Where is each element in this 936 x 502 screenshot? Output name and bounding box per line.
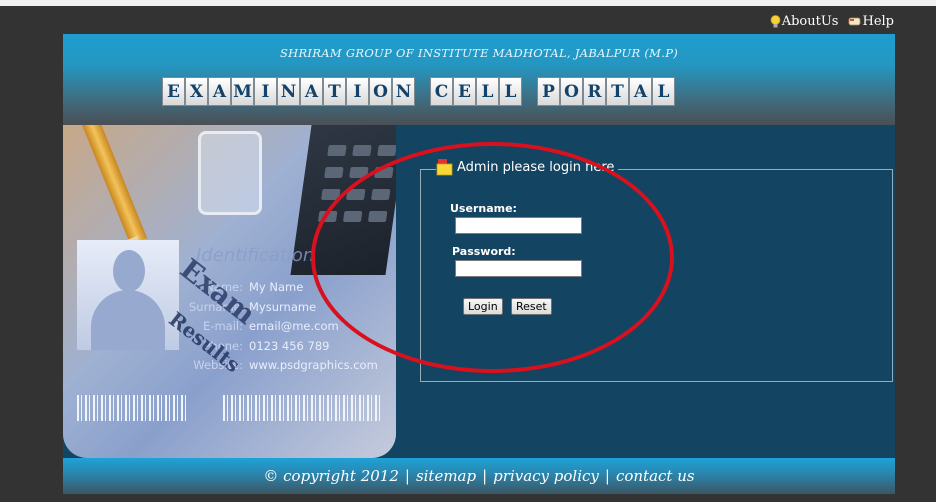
portal-title-letter: O <box>560 77 583 106</box>
help-icon <box>848 16 861 27</box>
portal-title-letter: N <box>277 77 300 106</box>
card-heading: Identification <box>196 245 315 266</box>
portal-title-space <box>415 77 430 106</box>
portal-title-space <box>522 77 537 106</box>
portal-title-letter: R <box>583 77 606 106</box>
portal-title-letter: I <box>254 77 277 106</box>
about-us-label: AboutUs <box>781 14 839 29</box>
badge-clip-graphic <box>198 131 262 215</box>
portal-title-letter: L <box>652 77 675 106</box>
footer-separator: | <box>604 467 610 485</box>
portal-title-letter: M <box>231 77 254 106</box>
portal-title-letter: C <box>430 77 453 106</box>
about-us-link[interactable]: AboutUs <box>770 14 839 29</box>
card-field-row: E-mail: email@me.com <box>203 319 339 333</box>
help-link[interactable]: Help <box>848 14 894 29</box>
portal-title-letter: P <box>537 77 560 106</box>
portal-title-letter: I <box>346 77 369 106</box>
portal-title: EXAMINATIONCELLPORTAL <box>162 77 675 106</box>
portal-title-letter: E <box>162 77 185 106</box>
portal-title-letter: T <box>323 77 346 106</box>
footer-copyright: © copyright 2012 <box>263 467 399 485</box>
portal-title-letter: N <box>392 77 415 106</box>
portal-title-letter: L <box>476 77 499 106</box>
contact-us-link[interactable]: contact us <box>616 467 695 485</box>
portal-frame: SHRIRAM GROUP OF INSTITUTE MADHOTAL, JAB… <box>63 34 895 494</box>
sitemap-link[interactable]: sitemap <box>416 467 476 485</box>
reset-button[interactable]: Reset <box>511 298 552 315</box>
username-input[interactable] <box>455 217 582 234</box>
login-button[interactable]: Login <box>463 298 503 315</box>
barcode-right <box>223 395 383 421</box>
login-legend-label: Admin please login here <box>457 159 615 175</box>
portal-title-letter: A <box>300 77 323 106</box>
portal-title-letter: T <box>606 77 629 106</box>
username-label: Username: <box>450 202 517 215</box>
footer-separator: | <box>404 467 410 485</box>
folder-icon <box>436 158 454 176</box>
portal-title-letter: X <box>185 77 208 106</box>
browser-top-strip <box>0 0 936 6</box>
help-label: Help <box>862 14 894 29</box>
pencil-graphic <box>78 125 148 245</box>
privacy-policy-link[interactable]: privacy policy <box>493 467 599 485</box>
id-card-illustration: Identification Name: My Name Surname: Mysu… <box>63 125 396 458</box>
portal-title-letter: L <box>499 77 522 106</box>
main-panel: Identification Name: My Name Surname: Mysu… <box>63 125 895 458</box>
login-legend: Admin please login here <box>436 158 619 176</box>
password-input[interactable] <box>455 260 582 277</box>
footer-bar: © copyright 2012 | sitemap | privacy pol… <box>63 458 895 494</box>
header-banner: SHRIRAM GROUP OF INSTITUTE MADHOTAL, JAB… <box>63 34 895 125</box>
portal-title-letter: E <box>453 77 476 106</box>
institute-name: SHRIRAM GROUP OF INSTITUTE MADHOTAL, JAB… <box>279 46 679 60</box>
lightbulb-icon <box>770 14 781 29</box>
avatar-placeholder <box>77 240 179 350</box>
password-label: Password: <box>452 245 516 258</box>
footer-separator: | <box>482 467 488 485</box>
portal-title-letter: A <box>208 77 231 106</box>
portal-title-letter: O <box>369 77 392 106</box>
top-links: AboutUs Help <box>770 14 894 29</box>
portal-title-letter: A <box>629 77 652 106</box>
barcode-left <box>77 395 187 421</box>
